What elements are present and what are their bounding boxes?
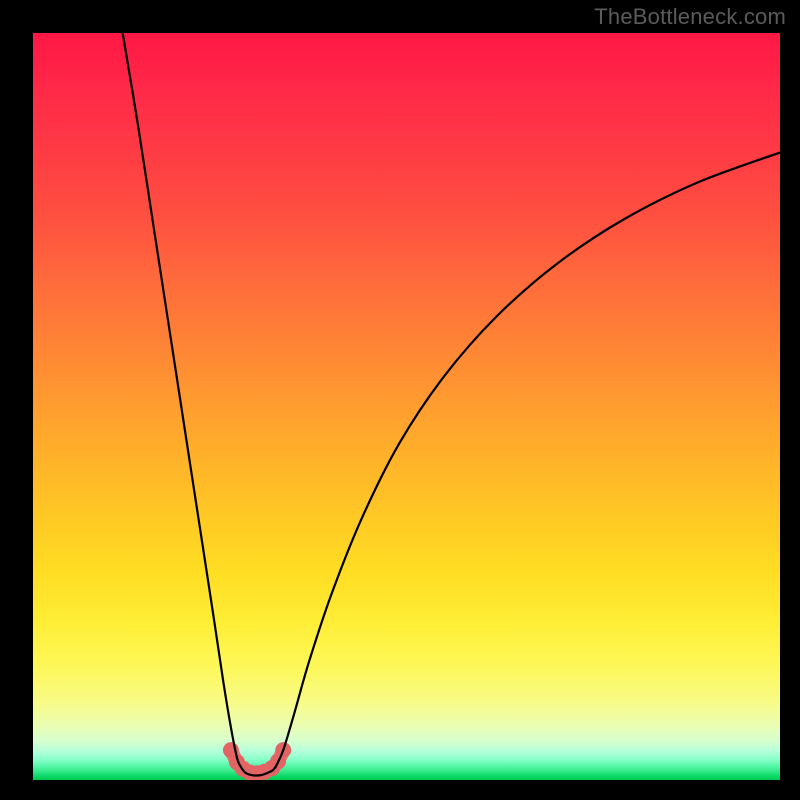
curve-layer xyxy=(33,33,780,780)
chart-stage: TheBottleneck.com xyxy=(0,0,800,800)
plot-area xyxy=(33,33,780,780)
main-curve xyxy=(123,33,780,776)
watermark-text: TheBottleneck.com xyxy=(594,4,786,30)
pink-u-highlight xyxy=(223,742,291,780)
